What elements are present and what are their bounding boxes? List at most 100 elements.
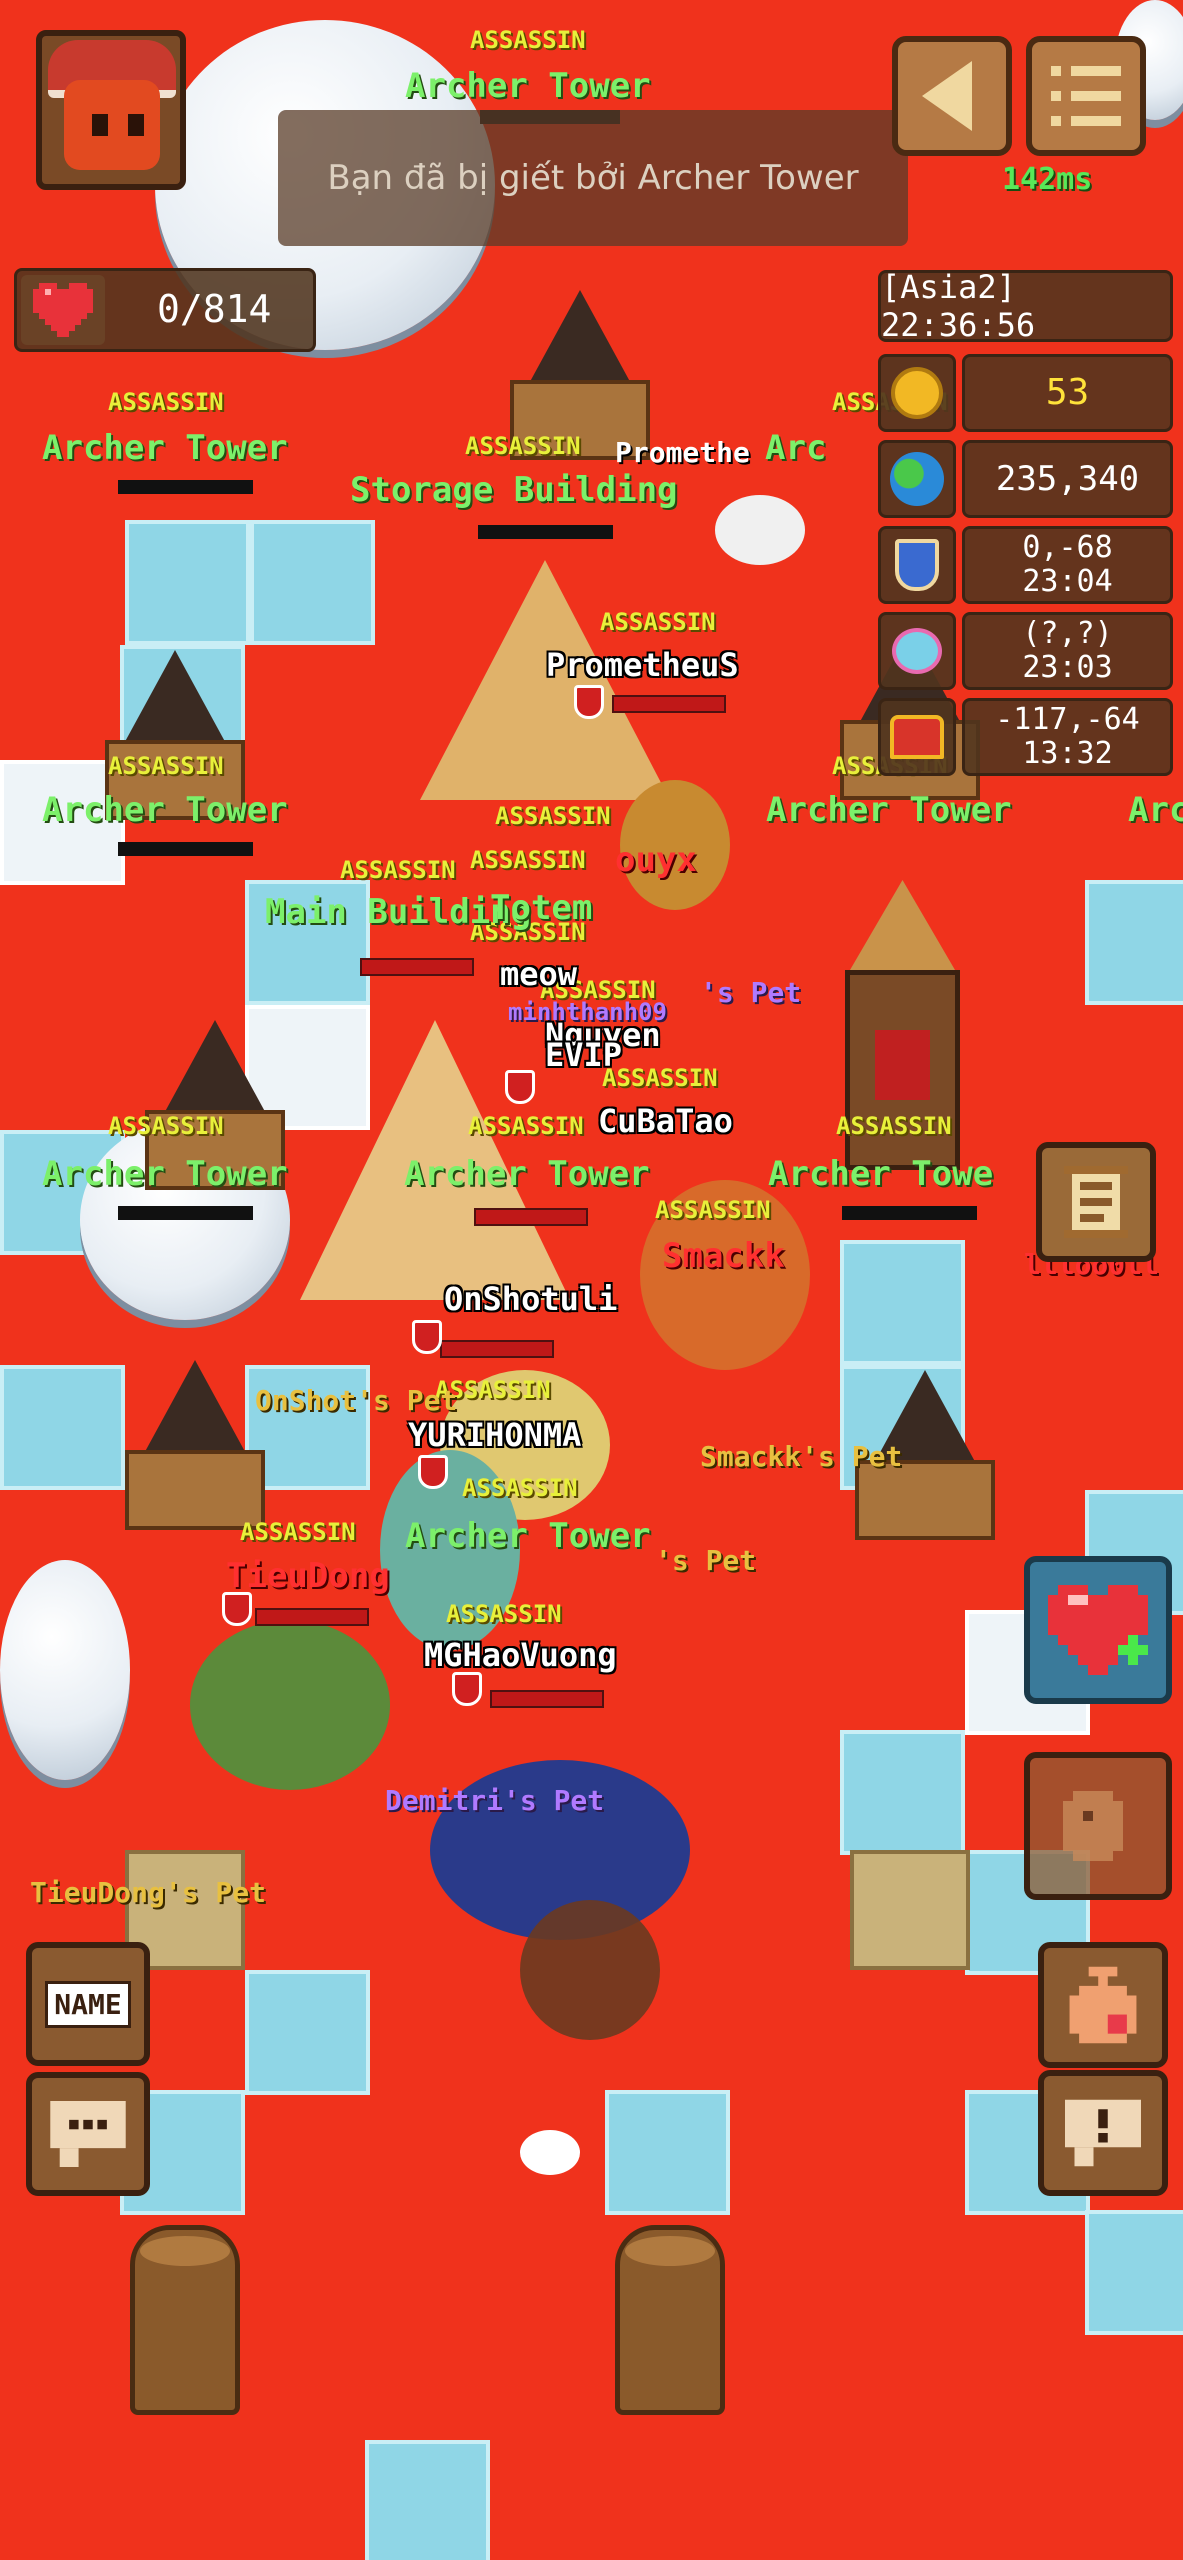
health-bar: [474, 1208, 588, 1226]
ice-tile: [840, 1240, 965, 1365]
player-avatar[interactable]: [36, 30, 186, 190]
ice-tile: [0, 1365, 125, 1490]
back-button[interactable]: [892, 36, 1012, 156]
guild-shield-icon: [222, 1592, 252, 1626]
player-label: EVIP: [545, 1036, 623, 1074]
health-bar: [118, 1206, 253, 1220]
kill-notification-text: Bạn đã bị giết bởi Archer Tower: [327, 158, 859, 198]
health-bar: [490, 1690, 604, 1708]
avatar-eye: [92, 114, 108, 136]
guild-row[interactable]: 0,-68 23:04: [878, 526, 1173, 604]
chat-bubble-icon: [50, 2101, 126, 2167]
storage-building[interactable]: [420, 560, 670, 800]
snowball: [520, 2130, 580, 2175]
quest-button[interactable]: [1036, 1142, 1156, 1262]
health-bar: [440, 1340, 554, 1358]
treasure-chest-icon: [878, 698, 956, 776]
server-clock: [Asia2] 22:36:56: [878, 268, 1173, 344]
avatar-face: [64, 80, 160, 170]
white-bird: [715, 495, 805, 565]
population-row[interactable]: 235,340: [878, 440, 1173, 518]
name-toggle-tag: NAME: [45, 1980, 131, 2028]
kill-notification: Bạn đã bị giết bởi Archer Tower: [278, 110, 908, 246]
guild-shield-icon: [574, 685, 604, 719]
health-bar: [255, 1608, 369, 1626]
guild-shield-icon: [505, 1070, 535, 1104]
building-label: Arc: [1128, 790, 1183, 830]
class-label: ASSASSIN: [470, 26, 586, 54]
health-bar: [360, 958, 474, 976]
globe-icon: [878, 440, 956, 518]
gold-row[interactable]: 53: [878, 354, 1173, 432]
health-bar: [612, 695, 726, 713]
name-toggle-button[interactable]: NAME: [26, 1942, 150, 2066]
class-label: ASSASSIN: [470, 846, 586, 874]
avatar-eye: [128, 114, 144, 136]
health-bar: [118, 842, 253, 856]
chest-coords-line2: 13:32: [1022, 736, 1113, 771]
character-sprite[interactable]: [620, 780, 730, 910]
class-label: ASSASSIN: [540, 976, 656, 1004]
health-bar: [842, 1206, 977, 1220]
ice-tile: [250, 520, 375, 645]
building-label: Arc: [765, 428, 827, 468]
player-label: CuBaTao: [598, 1102, 733, 1140]
ice-tile: [1085, 880, 1183, 1005]
building-label: Totem: [490, 888, 593, 928]
pet-coords-line1: (?,?): [1022, 616, 1113, 651]
guild-shield-icon: [412, 1320, 442, 1354]
gold-coin-icon: [878, 354, 956, 432]
player-label: Nguyen: [545, 1016, 661, 1054]
heart-potion-icon: [1048, 1585, 1148, 1675]
ice-tile: [245, 1970, 370, 2095]
ice-tile: [1085, 2210, 1183, 2335]
archer-tower[interactable]: [120, 1360, 270, 1530]
archer-tower[interactable]: [505, 290, 655, 460]
guild-shield-icon: [452, 1672, 482, 1706]
pet-row[interactable]: (?,?) 23:03: [878, 612, 1173, 690]
chest-coords: -117,-64 13:32: [962, 698, 1173, 776]
chat-button[interactable]: [26, 2072, 150, 2196]
health-bar: [478, 525, 613, 539]
alert-icon: [1065, 2099, 1141, 2167]
class-label: ASSASSIN: [495, 802, 611, 830]
name-toggle-label: NAME: [54, 1987, 122, 2021]
pet-label: minhthanh09: [508, 998, 667, 1026]
chest-row[interactable]: -117,-64 13:32: [878, 698, 1173, 776]
tree-stump: [130, 2225, 240, 2415]
guild-shield-icon: [418, 1455, 448, 1489]
class-label: ASSASSIN: [600, 608, 716, 636]
heal-button[interactable]: [1024, 1556, 1172, 1704]
heart-icon: [21, 275, 105, 345]
ice-tile: [245, 880, 370, 1005]
player-label: meow: [500, 955, 578, 993]
archer-tower[interactable]: [140, 1020, 290, 1190]
pet-icon: [878, 612, 956, 690]
joystick[interactable]: [520, 1900, 660, 2040]
archer-tower[interactable]: [850, 1370, 1000, 1540]
character-sprite[interactable]: [640, 1180, 810, 1370]
building-label: Storage Building: [350, 470, 678, 510]
inventory-button[interactable]: [1038, 1942, 1168, 2068]
building-label: Archer Tower: [42, 428, 288, 468]
menu-list-icon: [1051, 66, 1121, 126]
class-label: ASSASSIN: [108, 388, 224, 416]
alert-button[interactable]: [1038, 2070, 1168, 2196]
character-sprite[interactable]: [380, 1450, 520, 1650]
archer-tower[interactable]: [100, 650, 250, 820]
class-label: ASSASSIN: [602, 1064, 718, 1092]
emote-button[interactable]: [1024, 1752, 1172, 1900]
menu-button[interactable]: [1026, 36, 1146, 156]
player-label: TieuDong: [226, 1556, 390, 1596]
class-label: ASSASSIN: [470, 918, 586, 946]
chicken-icon: [1063, 1791, 1123, 1861]
pet-label: 's Pet: [655, 1544, 757, 1577]
totem[interactable]: [840, 880, 965, 1180]
resource-patch[interactable]: [850, 1850, 970, 1970]
ice-tile: [125, 520, 250, 645]
character-sprite[interactable]: [190, 1620, 390, 1790]
pet-label: 's Pet: [700, 976, 802, 1009]
ice-tile: [605, 2090, 730, 2215]
guild-coords: 0,-68 23:04: [962, 526, 1173, 604]
population-value: 235,340: [962, 440, 1173, 518]
